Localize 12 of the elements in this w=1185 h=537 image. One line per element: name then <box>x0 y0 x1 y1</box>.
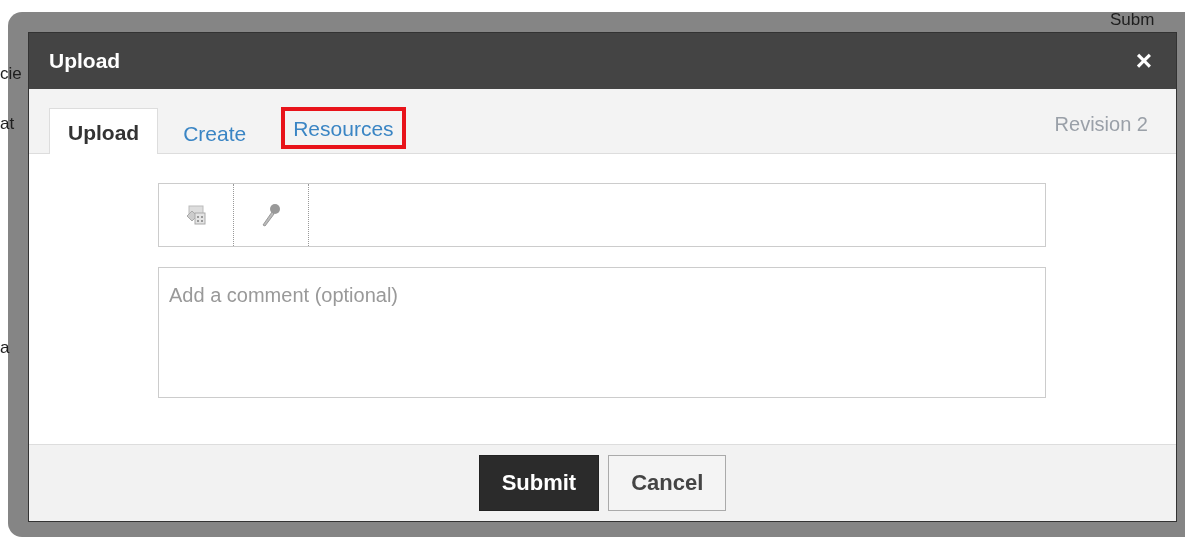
tab[interactable]: Resources <box>281 107 406 149</box>
background-text: Subm <box>1110 10 1155 30</box>
cancel-button[interactable]: Cancel <box>608 455 727 511</box>
submit-button[interactable]: Submit <box>478 455 600 511</box>
close-button[interactable]: × <box>1131 47 1156 75</box>
dialog-title: Upload <box>49 49 121 73</box>
background-text: at <box>0 114 15 134</box>
background-text: a <box>0 338 10 358</box>
tab[interactable]: Create <box>164 109 266 154</box>
comment-field[interactable]: Add a comment (optional) <box>158 267 1046 398</box>
tab[interactable]: Upload <box>49 108 159 154</box>
revision-label: Revision 2 <box>1054 113 1148 136</box>
